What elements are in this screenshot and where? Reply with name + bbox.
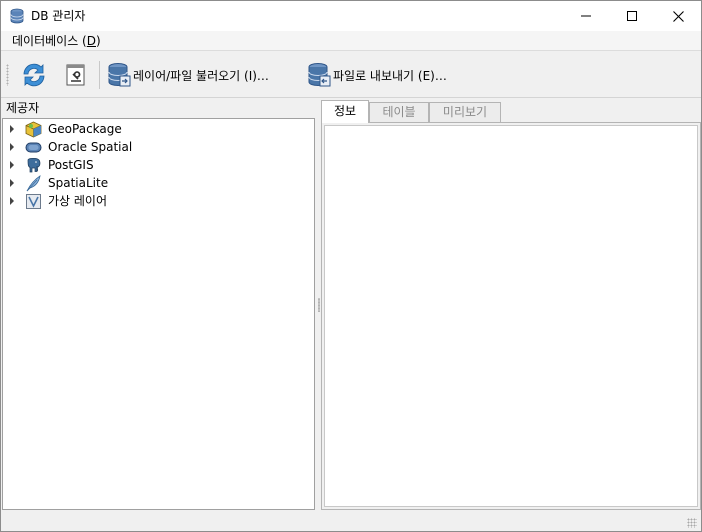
import-layer-button[interactable]: 레이어/파일 불러오기 (I)…	[107, 62, 269, 88]
splitter-handle[interactable]	[318, 298, 320, 312]
minimize-button[interactable]	[563, 1, 609, 31]
close-icon	[672, 10, 684, 22]
tree-item-postgis[interactable]: PostGIS	[3, 156, 314, 174]
tree-item-label: Oracle Spatial	[48, 140, 133, 154]
tree-item-label: GeoPackage	[48, 122, 122, 136]
database-icon	[10, 8, 24, 24]
db-manager-window: DB 관리자 데이터베이스 (D) 레이어/파일 불러오기 (I)… 파일로 내…	[0, 0, 702, 532]
expand-arrow-icon[interactable]	[8, 197, 16, 205]
export-file-label: 파일로 내보내기 (E)…	[333, 68, 447, 83]
refresh-button[interactable]	[18, 59, 50, 91]
menu-bar: 데이터베이스 (D)	[1, 31, 701, 51]
sql-window-icon	[66, 64, 85, 86]
database-import-icon	[108, 63, 131, 87]
toolbar: 레이어/파일 불러오기 (I)… 파일로 내보내기 (E)…	[1, 52, 701, 98]
oracle-icon	[25, 142, 42, 153]
resize-grip[interactable]	[687, 518, 697, 528]
tree-item-geopackage[interactable]: GeoPackage	[3, 120, 314, 138]
tab-table[interactable]: 테이블	[369, 102, 429, 122]
maximize-button[interactable]	[609, 1, 655, 31]
tab-content-pane	[321, 122, 701, 510]
import-layer-label: 레이어/파일 불러오기 (I)…	[133, 68, 269, 83]
refresh-icon	[23, 63, 45, 87]
title-bar: DB 관리자	[1, 1, 701, 31]
export-file-button[interactable]: 파일로 내보내기 (E)…	[307, 62, 447, 88]
tab-preview[interactable]: 미리보기	[429, 102, 501, 122]
sql-window-button[interactable]	[64, 63, 88, 87]
postgis-elephant-icon	[27, 157, 41, 173]
database-export-icon	[308, 63, 331, 87]
tree-item-spatialite[interactable]: SpatiaLite	[3, 174, 314, 192]
toolbar-grip[interactable]	[6, 64, 9, 86]
maximize-icon	[627, 11, 637, 21]
expand-arrow-icon[interactable]	[8, 179, 16, 187]
providers-tree[interactable]: GeoPackage Oracle Spatial PostGIS Spatia…	[2, 118, 315, 510]
close-button[interactable]	[655, 1, 701, 31]
geopackage-icon	[25, 121, 42, 138]
tree-item-label: 가상 레이어	[48, 194, 108, 208]
tab-info[interactable]: 정보	[321, 100, 369, 123]
tree-item-virtual-layer[interactable]: 가상 레이어	[3, 192, 314, 210]
tree-item-label: PostGIS	[48, 158, 94, 172]
menu-database-suffix: )	[96, 34, 101, 48]
expand-arrow-icon[interactable]	[8, 161, 16, 169]
status-bar	[1, 511, 701, 531]
expand-arrow-icon[interactable]	[8, 125, 16, 133]
minimize-icon	[581, 15, 591, 17]
tree-item-label: SpatiaLite	[48, 176, 109, 190]
providers-title: 제공자	[6, 101, 40, 115]
menu-database[interactable]: 데이터베이스 (D)	[12, 33, 101, 49]
toolbar-separator	[99, 61, 100, 89]
spatialite-feather-icon	[26, 175, 41, 192]
tree-item-oracle-spatial[interactable]: Oracle Spatial	[3, 138, 314, 156]
menu-database-mnemonic: D	[86, 34, 96, 48]
panel-splitter[interactable]	[317, 118, 320, 510]
window-title: DB 관리자	[31, 9, 86, 23]
virtual-layer-icon	[26, 194, 41, 209]
info-view[interactable]	[324, 125, 698, 507]
menu-database-label: 데이터베이스 (	[12, 34, 87, 48]
expand-arrow-icon[interactable]	[8, 143, 16, 151]
